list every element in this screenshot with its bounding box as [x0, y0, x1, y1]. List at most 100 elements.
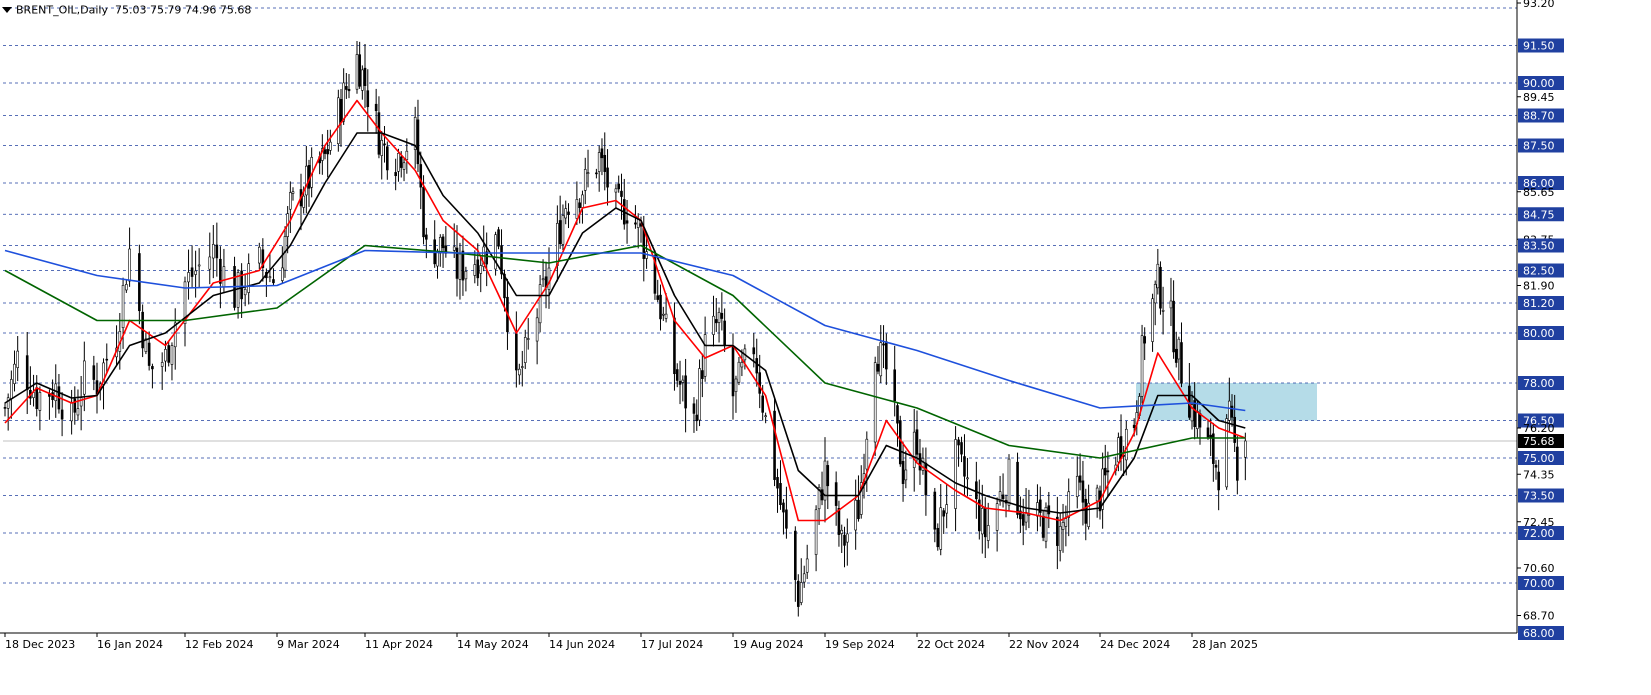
candle-body-down: [603, 154, 607, 172]
candle-body-up: [281, 267, 284, 281]
candle: [57, 374, 61, 414]
candle-body-down: [1214, 464, 1218, 468]
candle-body-down: [876, 363, 880, 372]
time-tick-label: 28 Jan 2025: [1192, 638, 1258, 651]
candle-body-up: [575, 199, 579, 219]
candle: [1019, 496, 1022, 533]
candle: [698, 359, 701, 427]
candle-body-up: [128, 248, 131, 282]
candle: [326, 129, 329, 178]
candle: [13, 350, 16, 392]
level-price-label: 81.20: [1523, 297, 1555, 310]
candle: [583, 157, 587, 205]
candle-body-down: [701, 370, 704, 379]
time-tick-label: 22 Oct 2024: [917, 638, 985, 651]
candle: [3, 402, 7, 417]
candle: [383, 126, 386, 163]
time-tick-label: 14 Jun 2024: [549, 638, 615, 651]
time-tick-label: 19 Sep 2024: [825, 638, 895, 651]
candle-body-down: [167, 345, 171, 363]
candle-body-down: [73, 398, 77, 413]
candle-body-down: [901, 460, 905, 484]
time-tick-label: 24 Dec 2024: [1100, 638, 1170, 651]
candle-body-up: [1244, 440, 1247, 458]
candle-body-down: [1180, 342, 1183, 384]
level-price-label: 72.00: [1523, 527, 1555, 540]
candle-body-down: [773, 410, 776, 480]
candle: [402, 157, 406, 182]
candle: [461, 235, 465, 296]
candle: [662, 306, 665, 321]
candle: [6, 393, 10, 431]
candle-body-down: [339, 99, 343, 123]
candle: [497, 226, 500, 250]
candle-body-up: [564, 208, 568, 219]
candle: [29, 366, 32, 405]
candle: [1004, 494, 1008, 518]
candle: [258, 242, 261, 270]
candle: [305, 145, 308, 214]
candle: [194, 250, 197, 298]
candle-body-down: [25, 355, 29, 391]
candle-body-up: [805, 558, 809, 573]
candle-body-up: [1228, 400, 1231, 421]
candle: [366, 69, 370, 132]
candle: [933, 487, 937, 543]
moving-average-line-3[interactable]: [4, 244, 1246, 459]
candle: [625, 199, 629, 244]
candle-body-up: [535, 317, 539, 342]
candle: [857, 475, 860, 522]
candle-body-up: [954, 439, 957, 509]
candle-body-up: [337, 97, 340, 145]
candle: [603, 132, 607, 191]
candle-body-up: [222, 266, 226, 288]
candle: [358, 41, 361, 89]
candle: [617, 175, 620, 193]
candle: [128, 227, 131, 287]
candle-body-down: [578, 202, 581, 208]
candle: [785, 486, 788, 539]
candle: [837, 500, 841, 547]
candle-body-down: [963, 456, 966, 477]
candle-body-up: [402, 162, 406, 170]
candle-body-down: [684, 375, 687, 409]
candle-body-down: [1159, 266, 1162, 309]
candle-body-down: [918, 453, 922, 471]
candle-body-down: [394, 172, 397, 177]
candle: [329, 129, 332, 155]
candle-body-up: [1117, 437, 1120, 463]
candle: [1188, 362, 1191, 420]
candle: [51, 379, 54, 408]
candle: [25, 331, 29, 415]
candle: [291, 187, 295, 201]
candle: [1174, 331, 1178, 368]
candle-body-up: [712, 315, 715, 335]
moving-average-line-1[interactable]: [4, 99, 1246, 522]
candle: [904, 450, 908, 489]
candle-body-up: [1124, 428, 1128, 461]
candle-body-down: [1041, 516, 1045, 538]
price-chart[interactable]: 93.2091.5090.0089.4588.7087.5086.0085.65…: [0, 0, 1651, 691]
candle-body-up: [986, 525, 990, 541]
candle-body-up: [121, 285, 125, 329]
candle: [692, 397, 696, 433]
candle-body-down: [758, 372, 762, 394]
candle: [978, 479, 981, 540]
candle: [35, 375, 39, 417]
candle: [425, 227, 428, 259]
candle: [1214, 460, 1218, 480]
candle-body-up: [865, 438, 869, 470]
candle: [535, 308, 539, 365]
price-tick-label: 68.70: [1523, 610, 1555, 623]
candle-body-down: [425, 234, 428, 240]
candle-body-up: [879, 342, 883, 377]
moving-average-line-2[interactable]: [4, 132, 1246, 514]
candle: [1217, 459, 1220, 511]
chart-root: BRENT_OIL,Daily 75.03 75.79 74.96 75.68 …: [0, 0, 1651, 691]
candle: [873, 356, 877, 456]
candle: [215, 222, 219, 277]
candle: [561, 204, 565, 251]
candle-body-down: [620, 190, 623, 197]
symbol-dropdown-icon[interactable]: [2, 7, 12, 13]
candle-body-down: [898, 420, 902, 465]
